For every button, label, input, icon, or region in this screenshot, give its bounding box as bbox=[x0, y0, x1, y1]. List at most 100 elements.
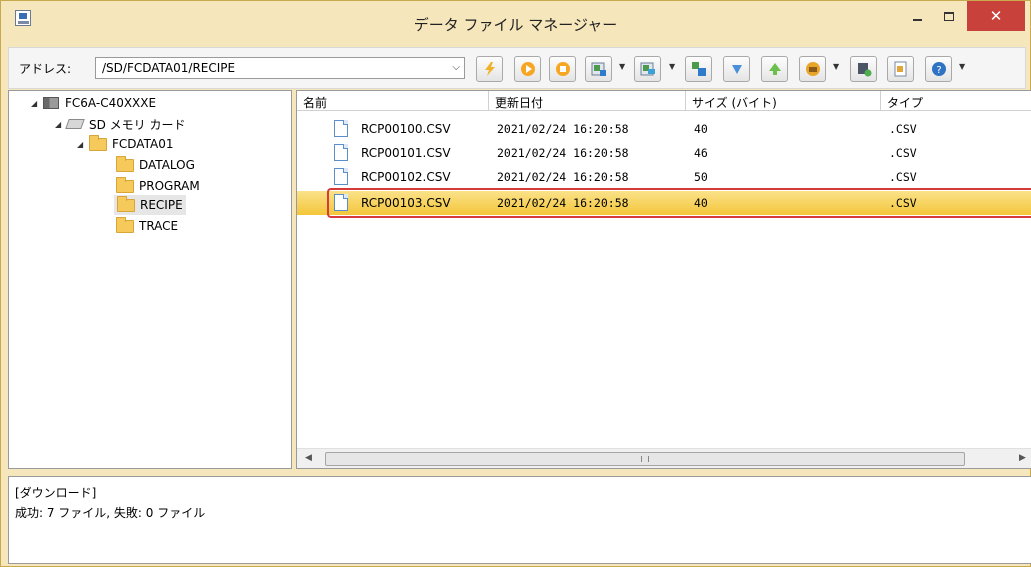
log-header: [ダウンロード] bbox=[15, 486, 97, 500]
run-button[interactable] bbox=[514, 56, 541, 82]
connect-button[interactable] bbox=[476, 56, 503, 82]
lightning-icon bbox=[484, 62, 495, 76]
data-file-manager-window: データ ファイル マネージャー ✕ アドレス: /SD/FCDATA01/REC… bbox=[0, 0, 1031, 567]
check-button[interactable] bbox=[850, 56, 877, 82]
maximize-icon bbox=[944, 11, 954, 21]
table-row-selected[interactable]: RCP00103.CSV 2021/02/24 16:20:58 40 .CSV bbox=[297, 191, 1031, 215]
maximize-button[interactable] bbox=[933, 1, 965, 31]
svg-text:?: ? bbox=[936, 65, 941, 76]
arrow-up-icon bbox=[768, 63, 781, 75]
check-icon bbox=[857, 63, 871, 77]
cell-size: 40 bbox=[694, 122, 708, 136]
tree-item-trace[interactable]: TRACE bbox=[116, 216, 178, 236]
upload-dropdown-icon[interactable]: ▼ bbox=[619, 62, 625, 71]
help-button[interactable]: ? bbox=[925, 56, 952, 82]
cell-date: 2021/02/24 16:20:58 bbox=[497, 122, 629, 136]
tree-label-root: FC6A-C40XXXE bbox=[65, 96, 157, 110]
move-down-button[interactable] bbox=[723, 56, 750, 82]
expand-icon[interactable]: ◢ bbox=[31, 99, 43, 108]
cell-type: .CSV bbox=[889, 170, 917, 184]
column-header-name[interactable]: 名前 bbox=[297, 91, 489, 111]
scroll-right-icon[interactable]: ▶ bbox=[1019, 453, 1026, 463]
tree-label-trace: TRACE bbox=[139, 219, 179, 233]
table-row[interactable]: RCP00101.CSV 2021/02/24 16:20:58 46 .CSV bbox=[297, 141, 1031, 165]
stop-button[interactable] bbox=[549, 56, 576, 82]
format-button[interactable] bbox=[799, 56, 826, 82]
scrollbar-thumb[interactable] bbox=[325, 452, 965, 466]
folder-icon bbox=[116, 176, 134, 193]
format-dropdown-icon[interactable]: ▼ bbox=[833, 62, 839, 71]
scroll-left-icon[interactable]: ◀ bbox=[305, 453, 312, 463]
address-toolbar: アドレス: /SD/FCDATA01/RECIPE ⌵ ▼ ▼ ▼ ? ▼ bbox=[8, 47, 1026, 89]
minimize-button[interactable] bbox=[901, 1, 933, 31]
address-input[interactable]: /SD/FCDATA01/RECIPE ⌵ bbox=[95, 57, 465, 79]
cell-size: 46 bbox=[694, 146, 708, 160]
table-row[interactable]: RCP00102.CSV 2021/02/24 16:20:58 50 .CSV bbox=[297, 165, 1031, 189]
cell-size: 40 bbox=[694, 196, 708, 210]
cell-date: 2021/02/24 16:20:58 bbox=[497, 170, 629, 184]
download-dropdown-icon[interactable]: ▼ bbox=[669, 62, 675, 71]
expand-icon[interactable]: ◢ bbox=[77, 140, 89, 149]
column-header-size[interactable]: サイズ (バイト) bbox=[686, 91, 881, 111]
log-panel: [ダウンロード] 成功: 7 ファイル, 失敗: 0 ファイル bbox=[8, 476, 1031, 564]
copy-icon bbox=[691, 62, 706, 76]
file-icon bbox=[334, 168, 348, 185]
tree-label-fcdata01: FCDATA01 bbox=[112, 137, 174, 151]
download-icon bbox=[640, 62, 655, 76]
cell-name: RCP00102.CSV bbox=[361, 170, 451, 184]
address-value: /SD/FCDATA01/RECIPE bbox=[102, 61, 236, 75]
cell-name: RCP00100.CSV bbox=[361, 122, 451, 136]
file-icon bbox=[334, 120, 348, 137]
file-icon bbox=[334, 144, 348, 161]
tree-item-sd-card[interactable]: ◢ SD メモリ カード bbox=[55, 114, 186, 134]
folder-icon bbox=[116, 155, 134, 172]
folder-icon bbox=[116, 216, 134, 233]
cell-type: .CSV bbox=[889, 196, 917, 210]
horizontal-scrollbar[interactable]: ◀ ▶ bbox=[297, 448, 1031, 468]
close-icon: ✕ bbox=[989, 7, 1003, 25]
upload-icon bbox=[591, 62, 606, 76]
tree-item-fcdata01[interactable]: ◢ FCDATA01 bbox=[77, 134, 173, 154]
cell-size: 50 bbox=[694, 170, 708, 184]
tree-label-program: PROGRAM bbox=[139, 179, 200, 193]
tree-label-sd-card: SD メモリ カード bbox=[89, 117, 186, 132]
cell-date: 2021/02/24 16:20:58 bbox=[497, 196, 629, 210]
minimize-icon bbox=[912, 19, 922, 21]
folder-tree: ◢ FC6A-C40XXXE ◢ SD メモリ カード ◢ FCDATA01 D… bbox=[8, 90, 292, 469]
cell-name: RCP00103.CSV bbox=[361, 196, 451, 210]
address-label: アドレス: bbox=[19, 62, 72, 76]
help-dropdown-icon[interactable]: ▼ bbox=[959, 62, 965, 71]
file-icon bbox=[334, 194, 348, 211]
copy-button[interactable] bbox=[685, 56, 712, 82]
grip-icon bbox=[641, 456, 649, 462]
download-button[interactable] bbox=[634, 56, 661, 82]
column-header-date[interactable]: 更新日付 bbox=[489, 91, 686, 111]
tree-item-datalog[interactable]: DATALOG bbox=[116, 155, 195, 175]
table-row[interactable]: RCP00100.CSV 2021/02/24 16:20:58 40 .CSV bbox=[297, 117, 1031, 141]
title-bar: データ ファイル マネージャー ✕ bbox=[1, 1, 1030, 47]
tree-item-program[interactable]: PROGRAM bbox=[116, 176, 200, 196]
sd-card-icon bbox=[65, 119, 85, 129]
plc-icon bbox=[43, 97, 59, 109]
folder-open-icon bbox=[117, 195, 135, 212]
cell-name: RCP00101.CSV bbox=[361, 146, 451, 160]
tree-label-recipe: RECIPE bbox=[140, 198, 183, 212]
arrow-down-icon bbox=[731, 65, 742, 74]
format-icon bbox=[805, 62, 820, 76]
cell-date: 2021/02/24 16:20:58 bbox=[497, 146, 629, 160]
window-title: データ ファイル マネージャー bbox=[413, 16, 618, 34]
stop-icon bbox=[555, 62, 570, 76]
move-up-button[interactable] bbox=[761, 56, 788, 82]
help-icon: ? bbox=[931, 62, 946, 76]
close-button[interactable]: ✕ bbox=[967, 1, 1025, 31]
upload-button[interactable] bbox=[585, 56, 612, 82]
tree-label-datalog: DATALOG bbox=[139, 158, 195, 172]
cell-type: .CSV bbox=[889, 146, 917, 160]
chevron-down-icon[interactable]: ⌵ bbox=[452, 62, 460, 73]
tree-item-recipe[interactable]: RECIPE bbox=[114, 195, 186, 215]
column-header-type[interactable]: タイプ bbox=[881, 91, 1031, 111]
folder-icon bbox=[89, 134, 107, 151]
tree-item-root[interactable]: ◢ FC6A-C40XXXE bbox=[31, 93, 156, 113]
cell-type: .CSV bbox=[889, 122, 917, 136]
properties-button[interactable] bbox=[887, 56, 914, 82]
